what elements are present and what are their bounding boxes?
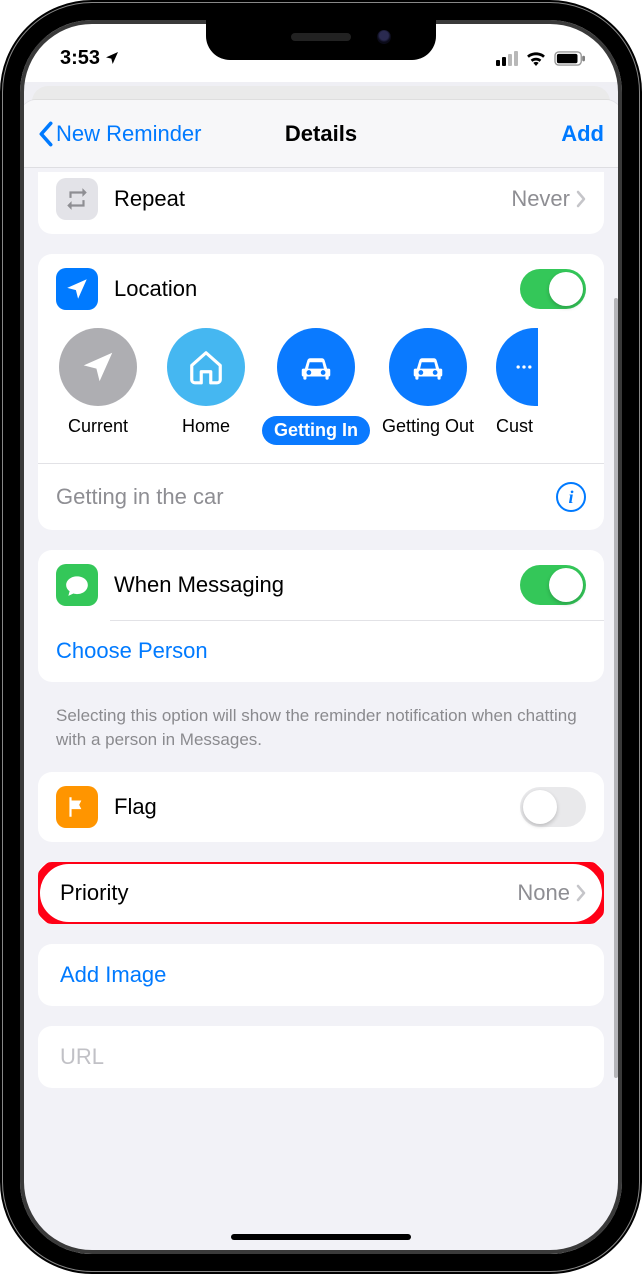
chip-label: Getting Out [382,416,474,437]
choose-person-label: Choose Person [56,638,208,664]
chip-label: Current [68,416,128,437]
add-image-row[interactable]: Add Image [38,944,604,1006]
cellular-signal-icon [494,51,518,66]
chip-custom[interactable]: Cust [496,328,538,445]
flag-icon [56,786,98,828]
navigation-bar: New Reminder Details Add [20,100,622,168]
repeat-group: Repeat Never [38,172,604,234]
chip-label: Home [182,416,230,437]
chip-getting-in[interactable]: Getting In [272,328,360,445]
phone-side-button [637,320,642,460]
chip-current[interactable]: Current [56,328,140,445]
chevron-right-icon [576,190,586,208]
status-time: 3:53 [60,47,100,70]
url-input[interactable] [60,1044,586,1070]
home-icon [167,328,245,406]
flag-row: Flag [38,772,604,842]
car-icon [389,328,467,406]
more-icon [496,328,538,406]
chevron-right-icon [576,884,586,902]
location-services-icon [104,50,120,66]
messages-icon [56,564,98,606]
car-icon [277,328,355,406]
location-detail-row[interactable]: Getting in the car i [38,463,604,530]
scroll-indicator [614,298,618,1078]
priority-value: None [517,880,570,906]
repeat-label: Repeat [114,186,511,212]
priority-label: Priority [60,880,517,906]
chevron-left-icon [38,121,54,147]
flag-label: Flag [114,794,520,820]
repeat-row[interactable]: Repeat Never [38,172,604,234]
priority-row[interactable]: Priority None [38,862,604,924]
location-label: Location [114,276,520,302]
messaging-toggle[interactable] [520,565,586,605]
flag-toggle[interactable] [520,787,586,827]
wifi-icon [525,50,547,66]
choose-person-row[interactable]: Choose Person [38,620,604,682]
messaging-footer: Selecting this option will show the remi… [20,702,622,772]
location-group: Location Current Home [38,254,604,530]
chip-getting-out[interactable]: Getting Out [384,328,472,445]
messaging-group: When Messaging Choose Person [38,550,604,682]
phone-silence-switch [0,220,5,270]
current-location-icon [59,328,137,406]
phone-volume-up [0,300,5,392]
home-indicator[interactable] [231,1234,411,1240]
phone-notch [206,20,436,60]
location-toggle[interactable] [520,269,586,309]
url-group [38,1026,604,1088]
info-icon[interactable]: i [556,482,586,512]
location-row: Location [38,254,604,324]
location-icon [56,268,98,310]
chip-home[interactable]: Home [164,328,248,445]
priority-group: Priority None [38,862,604,924]
back-button[interactable]: New Reminder [38,121,202,147]
location-detail-text: Getting in the car [56,484,224,510]
flag-group: Flag [38,772,604,842]
chip-label: Getting In [262,416,370,445]
add-image-group: Add Image [38,944,604,1006]
phone-volume-down [0,410,5,502]
back-label: New Reminder [56,121,202,147]
location-chips: Current Home Getting In [38,324,604,463]
repeat-icon [56,178,98,220]
add-image-label: Add Image [60,962,166,988]
url-row[interactable] [38,1026,604,1088]
chip-label: Cust [496,416,533,437]
messaging-row: When Messaging [38,550,604,620]
add-button[interactable]: Add [561,121,604,147]
messaging-label: When Messaging [114,572,520,598]
battery-icon [554,51,586,66]
repeat-value: Never [511,186,570,212]
